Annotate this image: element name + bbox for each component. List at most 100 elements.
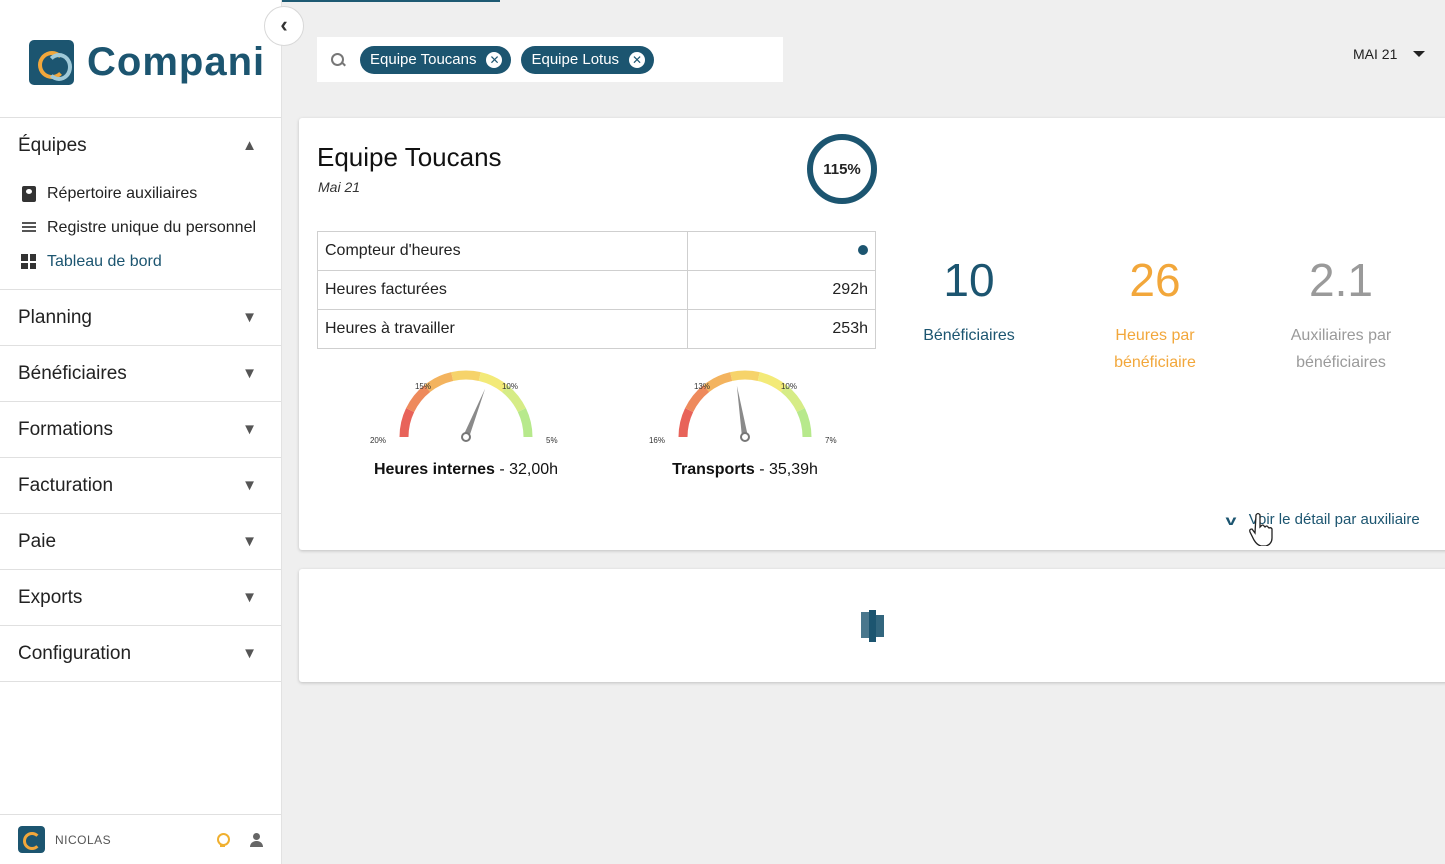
gauge-hub <box>740 432 750 442</box>
gauge-segment <box>780 385 805 413</box>
table-cell-label: Heures à travailler <box>317 309 688 349</box>
gauge-segment <box>730 370 760 381</box>
gauge-value: - 32,00h <box>494 461 559 478</box>
gauge-segment <box>796 408 812 438</box>
gauge-tick-label: 10% <box>502 382 518 391</box>
gauge-segment <box>451 370 481 381</box>
nav-section-equipes: Équipes ▲ Répertoire auxiliaires Registr… <box>0 117 281 289</box>
dashboard-grid-icon <box>20 253 37 270</box>
table-row: Compteur d'heures <box>317 231 876 271</box>
chip-label: Equipe Toucans <box>370 51 477 68</box>
gauge-segment <box>478 372 508 393</box>
nav-header-label: Facturation <box>18 474 114 496</box>
nav-section-facturation: Facturation ▼ <box>0 457 281 513</box>
nav-header-equipes[interactable]: Équipes ▲ <box>0 118 281 173</box>
nav-header-label: Planning <box>18 306 92 328</box>
contacts-book-icon <box>20 185 37 202</box>
chevron-down-icon: ▼ <box>242 533 257 550</box>
nav-header-label: Bénéficiaires <box>18 362 127 384</box>
nav-section-planning: Planning ▼ <box>0 289 281 345</box>
gauge-needle <box>463 388 486 439</box>
kpi-value: 2.1 <box>1309 254 1373 306</box>
kpi-label: Heures par bénéficiaire <box>1114 327 1196 371</box>
gauge-tick-label: 5% <box>546 436 558 445</box>
nav-header-planning[interactable]: Planning ▼ <box>0 290 281 345</box>
gauge-value: - 35,39h <box>754 461 818 478</box>
team-title: Equipe Toucans <box>317 142 502 172</box>
close-icon[interactable]: ✕ <box>486 51 503 68</box>
gauge-hub <box>461 432 471 442</box>
nav-header-label: Configuration <box>18 642 132 664</box>
table-row: Heures à travailler 253h <box>317 309 876 349</box>
chip-label: Equipe Lotus <box>531 51 620 68</box>
gauge-needle <box>736 385 748 438</box>
hours-table: Compteur d'heures Heures facturées 292h … <box>317 231 876 349</box>
nav-item-label: Tableau de bord <box>47 253 162 270</box>
person-icon[interactable] <box>249 832 263 847</box>
nav-section-configuration: Configuration ▼ <box>0 625 281 682</box>
nav-header-label: Formations <box>18 418 114 440</box>
gauge-tick-label: 15% <box>415 382 431 391</box>
chevron-down-icon: ▼ <box>242 421 257 438</box>
month-selector[interactable]: MAI 21 <box>1353 46 1426 62</box>
gauge-segment <box>406 385 431 413</box>
detail-link-label: Voir le détail par auxiliaire <box>1248 511 1420 528</box>
gauge-name: Heures internes <box>373 461 495 478</box>
table-cell-label: Heures facturées <box>317 270 688 310</box>
chevron-down-icon: ▼ <box>242 589 257 606</box>
gauge-tick-label: 20% <box>370 436 386 445</box>
kpi-value: 26 <box>1129 254 1181 306</box>
gauge-segment <box>703 372 733 393</box>
kpi-heures-par-beneficiaire: 26 Heures par bénéficiaire <box>1070 254 1240 376</box>
chevron-down-icon: ▼ <box>242 645 257 662</box>
nav-header-exports[interactable]: Exports ▼ <box>0 570 281 625</box>
ring-value: 115% <box>823 160 861 178</box>
avatar[interactable] <box>18 826 45 853</box>
app-logo[interactable]: Compani <box>29 40 265 85</box>
sidebar: Compani Équipes ▲ Répertoire auxiliaires… <box>0 0 282 864</box>
gauge-svg: 20% 15% 10% 5% <box>370 370 558 445</box>
filter-chip-equipe-toucans[interactable]: Equipe Toucans ✕ <box>360 45 512 74</box>
nav-header-facturation[interactable]: Facturation ▼ <box>0 458 281 513</box>
gauge-heures-internes: 20% 15% 10% 5% Heures internes - 32,00h <box>366 369 566 489</box>
nav-item-label: Registre unique du personnel <box>47 219 257 236</box>
team-filter-search[interactable]: Equipe Toucans ✕ Equipe Lotus ✕ <box>317 37 783 82</box>
nav-item-registre-unique[interactable]: Registre unique du personnel <box>0 211 281 245</box>
nav-section-paie: Paie ▼ <box>0 513 281 569</box>
nav-header-configuration[interactable]: Configuration ▼ <box>0 626 281 681</box>
nav-header-formations[interactable]: Formations ▼ <box>0 402 281 457</box>
gauge-segment <box>517 408 533 438</box>
footer-icons <box>215 832 263 848</box>
logo-text: Compani <box>87 40 266 84</box>
chevron-up-icon: ▲ <box>242 137 257 154</box>
gauge-segment <box>501 385 526 413</box>
nav-item-repertoire-auxiliaires[interactable]: Répertoire auxiliaires <box>0 177 281 211</box>
gauge-segment <box>678 408 694 438</box>
nav-section-formations: Formations ▼ <box>0 401 281 457</box>
team-period: Mai 21 <box>318 179 361 195</box>
filter-chip-equipe-lotus[interactable]: Equipe Lotus ✕ <box>521 45 655 74</box>
chevron-down-icon: ▼ <box>242 477 257 494</box>
lightbulb-icon[interactable] <box>215 832 230 848</box>
kpi-auxiliaires-par-beneficiaires: 2.1 Auxiliaires par bénéficiaires <box>1256 254 1426 376</box>
close-icon[interactable]: ✕ <box>629 51 646 68</box>
nav-header-beneficiaires[interactable]: Bénéficiaires ▼ <box>0 346 281 401</box>
gauge-segment <box>685 385 710 413</box>
table-cell-value: 253h <box>687 309 876 349</box>
chevron-left-icon: ‹ <box>280 11 288 37</box>
hours-ratio-ring: 115% <box>807 134 877 204</box>
table-row: Heures facturées 292h <box>317 270 876 310</box>
chevron-down-icon: ▼ <box>242 309 257 326</box>
gauge-segment <box>424 372 454 393</box>
nav-item-tableau-de-bord[interactable]: Tableau de bord <box>0 245 281 279</box>
nav-header-paie[interactable]: Paie ▼ <box>0 514 281 569</box>
gauge-caption: Transports - 35,39h <box>645 461 845 479</box>
loading-spinner-icon <box>861 610 884 642</box>
gauge-tick-label: 10% <box>781 382 797 391</box>
hand-cursor-icon <box>1249 512 1273 546</box>
list-lines-icon <box>20 219 37 236</box>
nav-section-exports: Exports ▼ <box>0 569 281 625</box>
nav-sublist-equipes: Répertoire auxiliaires Registre unique d… <box>0 173 281 289</box>
kpi-value: 10 <box>943 254 995 306</box>
collapse-sidebar-button[interactable]: ‹ <box>264 6 304 46</box>
